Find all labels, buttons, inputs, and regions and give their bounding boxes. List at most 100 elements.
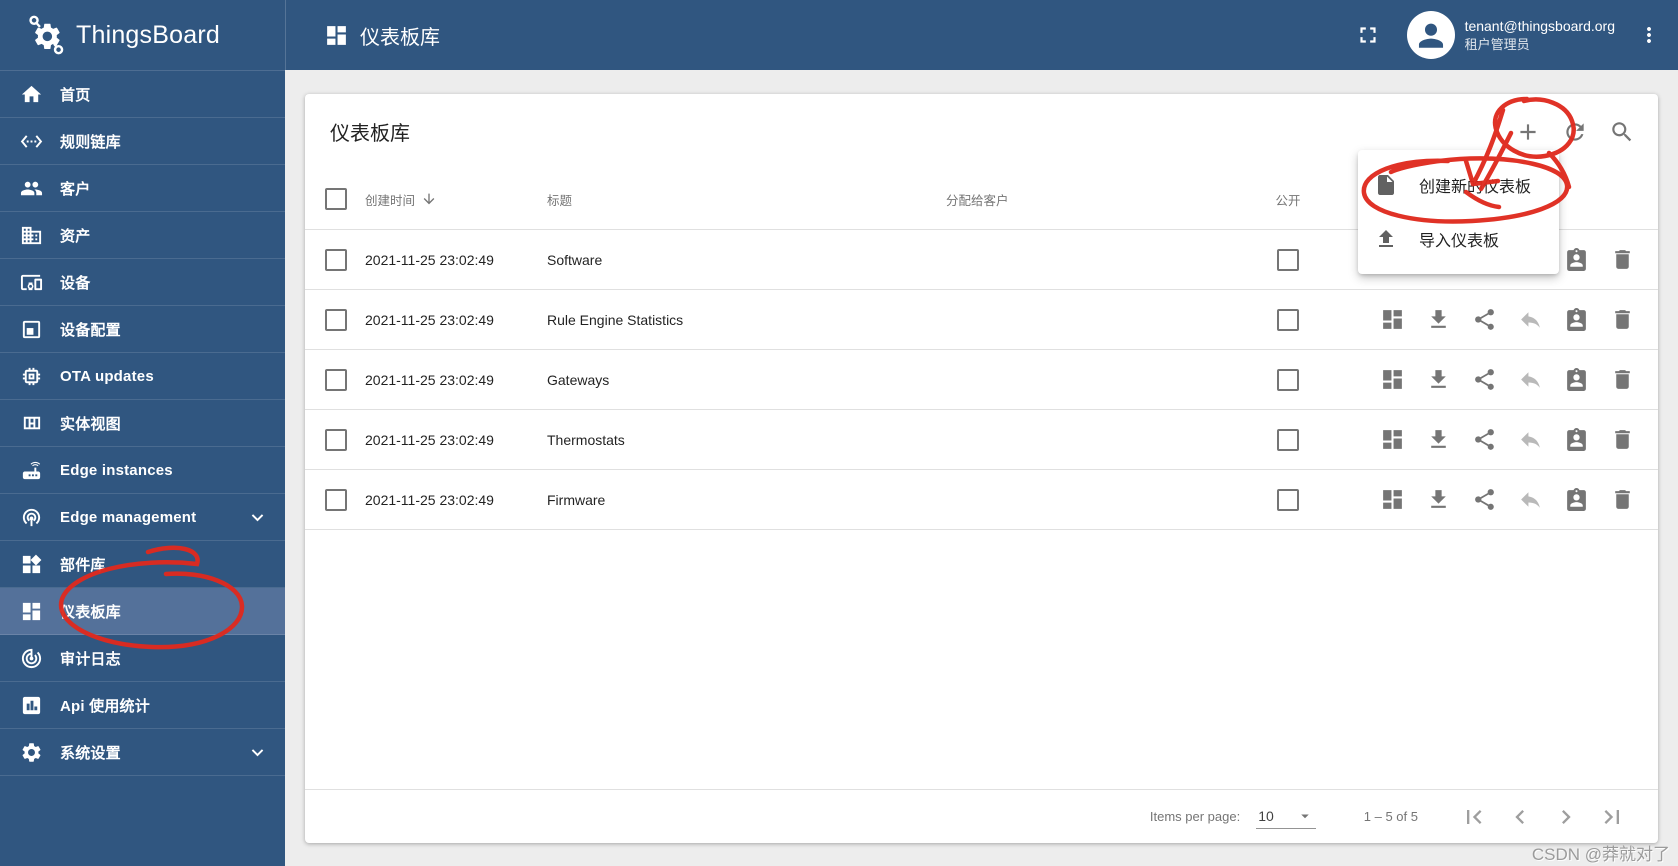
delete-dashboard-icon[interactable] — [1610, 367, 1635, 392]
ota-updates-icon — [20, 365, 43, 388]
user-icon — [1414, 18, 1448, 52]
sidebar: ThingsBoard 首页 规则链库 客户 资产 设备 设备配置 OTA up… — [0, 0, 285, 866]
cell-title: Gateways — [547, 371, 610, 388]
public-checkbox[interactable] — [1277, 248, 1299, 271]
sort-desc-icon[interactable] — [421, 191, 437, 207]
public-checkbox[interactable] — [1277, 308, 1299, 331]
delete-dashboard-icon[interactable] — [1610, 307, 1635, 332]
csdn-watermark: CSDN @莽就对了 — [1531, 845, 1670, 864]
manage-customers-icon[interactable] — [1564, 487, 1589, 512]
add-dashboard-button[interactable] — [1515, 119, 1541, 145]
manage-customers-icon[interactable] — [1564, 367, 1589, 392]
sidebar-item-edge-management[interactable]: Edge management — [0, 494, 285, 541]
pagination-bar: Items per page: 10 1 – 5 of 5 — [305, 789, 1658, 843]
widgets-library-icon — [20, 553, 43, 576]
open-dashboard-icon[interactable] — [1380, 487, 1405, 512]
make-public-icon[interactable] — [1472, 487, 1497, 512]
open-dashboard-icon[interactable] — [1380, 367, 1405, 392]
devices-icon — [20, 271, 43, 294]
entity-views-icon — [20, 412, 43, 435]
sidebar-item-rule-chains[interactable]: 规则链库 — [0, 118, 285, 165]
app-name: ThingsBoard — [76, 20, 220, 49]
sidebar-item-edge-instances[interactable]: Edge instances — [0, 447, 285, 494]
cell-created-time: 2021-11-25 23:02:49 — [365, 251, 494, 268]
column-header-title[interactable]: 标题 — [547, 190, 946, 209]
public-checkbox[interactable] — [1277, 428, 1299, 451]
sidebar-item-audit-logs[interactable]: 审计日志 — [0, 635, 285, 682]
sidebar-item-device-profiles[interactable]: 设备配置 — [0, 306, 285, 353]
table-row[interactable]: 2021-11-25 23:02:49 Rule Engine Statisti… — [305, 290, 1658, 350]
fullscreen-icon[interactable] — [1355, 22, 1381, 48]
sidebar-item-ota-updates[interactable]: OTA updates — [0, 353, 285, 400]
dropdown-arrow-icon — [1296, 807, 1314, 825]
sidebar-item-home[interactable]: 首页 — [0, 71, 285, 118]
home-icon — [20, 83, 43, 106]
sidebar-item-system-settings[interactable]: 系统设置 — [0, 729, 285, 776]
refresh-button[interactable] — [1562, 119, 1588, 145]
cell-created-time: 2021-11-25 23:02:49 — [365, 491, 494, 508]
export-dashboard-icon[interactable] — [1426, 427, 1451, 452]
cell-created-time: 2021-11-25 23:02:49 — [365, 311, 494, 328]
first-page-icon[interactable] — [1460, 803, 1488, 831]
sidebar-item-customers[interactable]: 客户 — [0, 165, 285, 212]
delete-dashboard-icon[interactable] — [1610, 247, 1635, 272]
sidebar-item-entity-views[interactable]: 实体视图 — [0, 400, 285, 447]
api-usage-icon — [20, 694, 43, 717]
make-public-icon[interactable] — [1472, 367, 1497, 392]
kebab-menu-icon[interactable] — [1637, 23, 1661, 47]
sidebar-item-dashboards[interactable]: 仪表板库 — [0, 588, 285, 635]
device-profiles-icon — [20, 318, 43, 341]
row-checkbox[interactable] — [325, 428, 347, 451]
export-dashboard-icon[interactable] — [1426, 487, 1451, 512]
row-checkbox[interactable] — [325, 248, 347, 271]
items-per-page-select[interactable]: 10 — [1256, 804, 1316, 829]
export-dashboard-icon[interactable] — [1426, 307, 1451, 332]
page-title: 仪表板库 — [324, 21, 440, 50]
row-checkbox[interactable] — [325, 308, 347, 331]
manage-customers-icon[interactable] — [1564, 427, 1589, 452]
delete-dashboard-icon[interactable] — [1610, 427, 1635, 452]
avatar[interactable] — [1406, 11, 1455, 59]
make-public-icon[interactable] — [1472, 307, 1497, 332]
public-checkbox[interactable] — [1277, 368, 1299, 391]
last-page-icon[interactable] — [1598, 803, 1626, 831]
delete-dashboard-icon[interactable] — [1610, 487, 1635, 512]
sidebar-item-api-usage[interactable]: Api 使用统计 — [0, 682, 285, 729]
column-header-assigned[interactable]: 分配给客户 — [946, 190, 1256, 209]
search-button[interactable] — [1609, 119, 1635, 145]
make-public-icon[interactable] — [1472, 427, 1497, 452]
export-dashboard-icon[interactable] — [1426, 367, 1451, 392]
menu-item-create-new-dashboard[interactable]: 创建新的仪表板 — [1358, 158, 1559, 212]
thingsboard-app: ThingsBoard 首页 规则链库 客户 资产 设备 设备配置 OTA up… — [0, 0, 1678, 866]
table-row[interactable]: 2021-11-25 23:02:49 Gateways — [305, 350, 1658, 410]
cell-created-time: 2021-11-25 23:02:49 — [365, 371, 494, 388]
sidebar-item-widgets-library[interactable]: 部件库 — [0, 541, 285, 588]
dashboards-icon — [20, 600, 43, 623]
table-row[interactable]: 2021-11-25 23:02:49 Thermostats — [305, 410, 1658, 470]
top-header: 仪表板库 tenant@thingsboard.org 租户管理员 — [285, 0, 1678, 70]
dashboards-card: 仪表板库 创建时间 标题 分配给客户 公开 2021-11-25 23:02:4… — [305, 94, 1658, 843]
sidebar-item-assets[interactable]: 资产 — [0, 212, 285, 259]
prev-page-icon[interactable] — [1506, 803, 1534, 831]
sidebar-item-devices[interactable]: 设备 — [0, 259, 285, 306]
select-all-checkbox[interactable] — [325, 188, 347, 210]
column-header-created-time[interactable]: 创建时间 — [365, 190, 415, 209]
public-checkbox[interactable] — [1277, 488, 1299, 511]
menu-item-import-dashboard[interactable]: 导入仪表板 — [1358, 212, 1559, 266]
thingsboard-logo-icon — [26, 14, 68, 56]
manage-customers-icon[interactable] — [1564, 247, 1589, 272]
row-checkbox[interactable] — [325, 368, 347, 391]
next-page-icon[interactable] — [1552, 803, 1580, 831]
open-dashboard-icon[interactable] — [1380, 307, 1405, 332]
assets-icon — [20, 224, 43, 247]
app-logo[interactable]: ThingsBoard — [0, 0, 285, 71]
page-range-label: 1 – 5 of 5 — [1363, 809, 1418, 824]
row-checkbox[interactable] — [325, 488, 347, 511]
table-row[interactable]: 2021-11-25 23:02:49 Firmware — [305, 470, 1658, 530]
audit-logs-icon — [20, 647, 43, 670]
manage-customers-icon[interactable] — [1564, 307, 1589, 332]
rule-chains-icon — [20, 130, 43, 153]
open-dashboard-icon[interactable] — [1380, 427, 1405, 452]
settings-icon — [20, 741, 43, 764]
cell-created-time: 2021-11-25 23:02:49 — [365, 431, 494, 448]
